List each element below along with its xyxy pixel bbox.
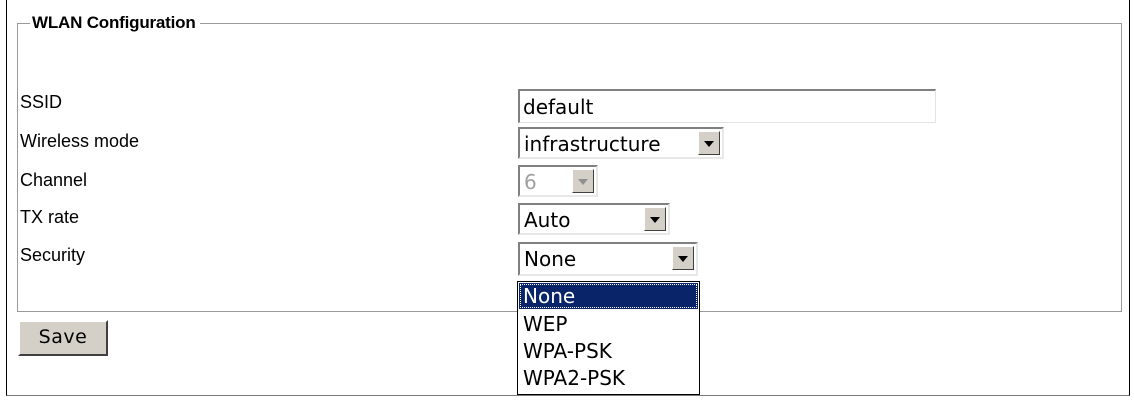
wireless-mode-select[interactable]: infrastructure [518, 127, 724, 159]
chevron-down-icon[interactable] [698, 131, 720, 155]
tx-rate-label: TX rate [20, 207, 80, 227]
security-option-wpa2-psk[interactable]: WPA2-PSK [519, 365, 698, 391]
channel-label: Channel [20, 170, 88, 190]
ssid-label: SSID [20, 92, 63, 112]
security-option-wep[interactable]: WEP [519, 311, 698, 337]
security-option-wpa-psk[interactable]: WPA-PSK [519, 338, 698, 364]
security-label: Security [20, 245, 86, 265]
security-select[interactable]: None [518, 242, 698, 276]
save-button[interactable]: Save [18, 320, 108, 356]
security-value: None [524, 247, 577, 271]
fieldset-legend: WLAN Configuration [30, 13, 200, 33]
wireless-mode-value: infrastructure [524, 132, 661, 156]
channel-value: 6 [524, 170, 537, 194]
ssid-input[interactable]: default [518, 89, 936, 123]
security-option-none[interactable]: None [519, 283, 698, 309]
chevron-down-icon[interactable] [644, 207, 666, 231]
channel-select: 6 [518, 165, 598, 197]
tx-rate-select[interactable]: Auto [518, 203, 670, 235]
security-dropdown-list: None WEP WPA-PSK WPA2-PSK [517, 281, 700, 395]
chevron-down-icon [572, 169, 594, 193]
wireless-mode-label: Wireless mode [20, 131, 140, 151]
chevron-down-icon[interactable] [672, 246, 694, 270]
tx-rate-value: Auto [524, 208, 571, 232]
